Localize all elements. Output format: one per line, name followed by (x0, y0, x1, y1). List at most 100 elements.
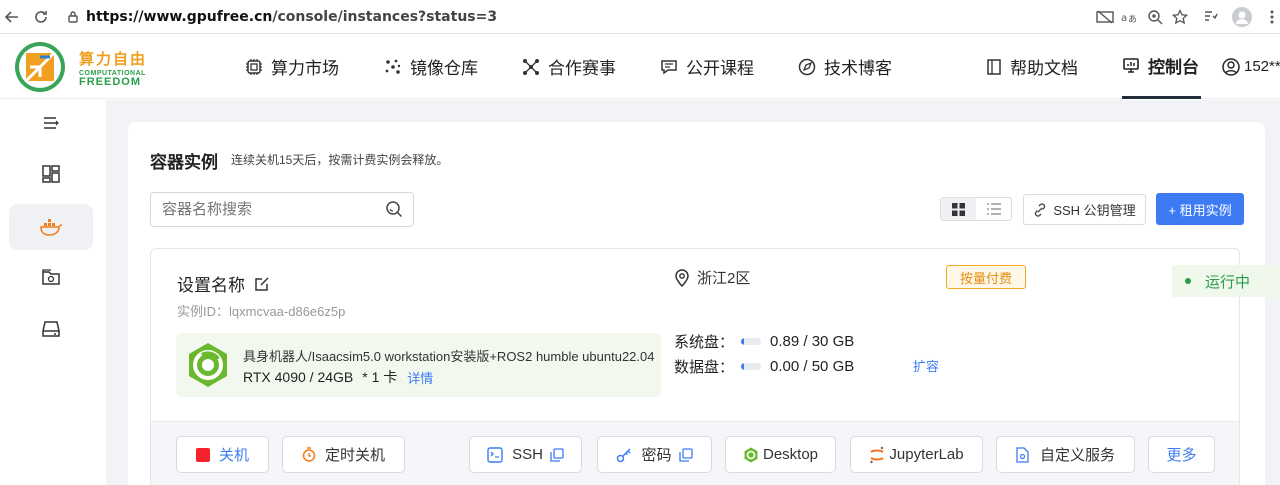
rent-instance-label: + 租用实例 (1168, 202, 1232, 218)
dashboard-icon (42, 165, 60, 183)
status-text: 运行中 (1205, 273, 1251, 291)
bookmark-star-icon[interactable] (1170, 7, 1190, 27)
timer-label: 定时关机 (324, 447, 385, 464)
page-title: 容器实例 (150, 153, 218, 172)
data-disk-value: 0.00 / 50 GB (770, 358, 855, 375)
storage-icon (42, 321, 60, 337)
translate-icon[interactable]: aあ (1120, 7, 1140, 27)
stop-icon (195, 447, 210, 462)
site-info-icon[interactable] (66, 10, 80, 29)
custom-service-button[interactable]: 自定义服务 (996, 436, 1135, 473)
sidebar-item-storage[interactable] (9, 306, 93, 352)
sidebar-collapse-button[interactable] (9, 100, 93, 146)
shutdown-label: 关机 (218, 447, 249, 464)
zoom-icon[interactable] (1145, 7, 1165, 27)
bookmarks-icon[interactable] (1200, 7, 1220, 27)
logo-wordmark: 算力自由 COMPUTATIONAL FREEDOM (79, 48, 147, 88)
compass-icon (798, 58, 816, 75)
link-icon (1035, 202, 1046, 217)
region-text: 浙江2区 (697, 270, 751, 287)
status-badge: 运行中 (1172, 265, 1280, 297)
gpu-spec: RTX 4090 / 24GB * 1 卡 详情 (243, 367, 433, 387)
image-info: 具身机器人/Isaacsim5.0 workstation安装版+ROS2 hu… (176, 333, 661, 397)
search-input[interactable] (162, 201, 372, 218)
timer-icon (302, 447, 316, 462)
profile-avatar-icon[interactable] (1232, 7, 1252, 27)
sidebar (0, 100, 106, 485)
sidebar-item-containers[interactable] (9, 204, 93, 250)
password-label: 密码 (641, 447, 672, 464)
nav-tech-blog[interactable]: 技术博客 (798, 34, 892, 99)
back-icon[interactable] (0, 5, 24, 29)
more-button[interactable]: 更多 (1148, 436, 1215, 473)
chat-icon (661, 59, 677, 74)
password-button[interactable]: 密码 (597, 436, 712, 473)
instances-panel: 容器实例 连续关机15天后，按需计费实例会释放。 SSH 公钥管理 + 租用实例 (128, 122, 1280, 485)
address-bar[interactable]: https://www.gpufree.cn/console/instances… (58, 3, 1198, 31)
region: 浙江2区 (674, 267, 750, 288)
url-text: https://www.gpufree.cn/console/instances… (86, 9, 497, 25)
ssh-key-manage-button[interactable]: SSH 公钥管理 (1023, 194, 1146, 225)
monitor-icon (1123, 58, 1139, 73)
url-path: /console/instances?status=3 (272, 9, 498, 25)
nav-image-repo[interactable]: 镜像仓库 (384, 34, 478, 99)
no-camera-icon[interactable] (1095, 7, 1115, 27)
menu-icon (44, 117, 59, 129)
grid-view-button[interactable] (941, 198, 976, 220)
system-disk-bar (741, 338, 762, 345)
nav-compute-market[interactable]: 算力市场 (245, 34, 339, 99)
sidebar-item-images[interactable] (9, 254, 93, 300)
copy-icon[interactable] (550, 447, 564, 462)
container-icon (40, 219, 63, 236)
image-icon (42, 269, 60, 285)
edit-icon[interactable] (254, 276, 270, 292)
timed-shutdown-button[interactable]: 定时关机 (282, 436, 405, 473)
ssh-key-label: SSH 公钥管理 (1053, 203, 1136, 218)
ssh-button[interactable]: SSH (469, 436, 582, 473)
nav-console[interactable]: 控制台 (1122, 34, 1201, 99)
instance-name-text: 设置名称 (177, 276, 245, 295)
nav-label: 帮助文档 (1010, 59, 1078, 78)
search-box (150, 192, 414, 227)
nav-help-docs[interactable]: 帮助文档 (986, 34, 1078, 99)
expand-disk-link[interactable]: 扩容 (913, 356, 939, 375)
gpu-model: RTX 4090 / 24GB (243, 369, 354, 385)
desktop-button[interactable]: Desktop (725, 436, 836, 473)
nav-label: 合作赛事 (548, 59, 616, 78)
system-disk-value: 0.89 / 30 GB (770, 333, 855, 350)
list-view-button[interactable] (976, 198, 1011, 220)
data-disk: 数据盘： 0.00 / 50 GB (674, 356, 854, 377)
grid-icon (952, 202, 965, 216)
location-icon (675, 268, 689, 287)
nav-label: 算力市场 (271, 59, 339, 78)
jupyter-icon (869, 446, 885, 464)
chip-icon (246, 58, 262, 75)
service-doc-icon (1016, 446, 1029, 463)
nav-label: 控制台 (1148, 57, 1199, 77)
nav-competitions[interactable]: 合作赛事 (522, 34, 616, 99)
search-icon[interactable] (385, 200, 403, 223)
copy-icon[interactable] (678, 447, 693, 462)
user-name: 152** (1244, 58, 1280, 75)
sidebar-item-dashboard[interactable] (9, 151, 93, 197)
view-toggle (940, 197, 1012, 221)
image-title: 具身机器人/Isaacsim5.0 workstation安装版+ROS2 hu… (243, 349, 655, 364)
user-menu[interactable]: 152** (1222, 34, 1280, 99)
more-menu-icon[interactable] (1262, 7, 1280, 27)
desktop-app-icon (743, 447, 759, 463)
nav-courses[interactable]: 公开课程 (660, 34, 754, 99)
logo-en2: FREEDOM (79, 76, 141, 88)
shutdown-button[interactable]: 关机 (176, 436, 269, 473)
reload-icon[interactable] (29, 5, 53, 29)
jupyterlab-button[interactable]: JupyterLab (850, 436, 983, 473)
svg-text:a: a (1121, 13, 1127, 24)
nav-label: 公开课程 (686, 59, 754, 78)
instance-actions: 关机 定时关机 SSH 密码 Desktop JupyterLab 自定义服务 … (151, 421, 1239, 485)
jupyterlab-label: JupyterLab (889, 446, 964, 463)
nav-label: 镜像仓库 (410, 59, 478, 78)
browser-toolbar: https://www.gpufree.cn/console/instances… (0, 0, 1280, 34)
site-logo[interactable] (14, 41, 66, 93)
details-link[interactable]: 详情 (407, 368, 433, 387)
rent-instance-button[interactable]: + 租用实例 (1156, 193, 1244, 225)
desktop-label: Desktop (762, 446, 819, 463)
